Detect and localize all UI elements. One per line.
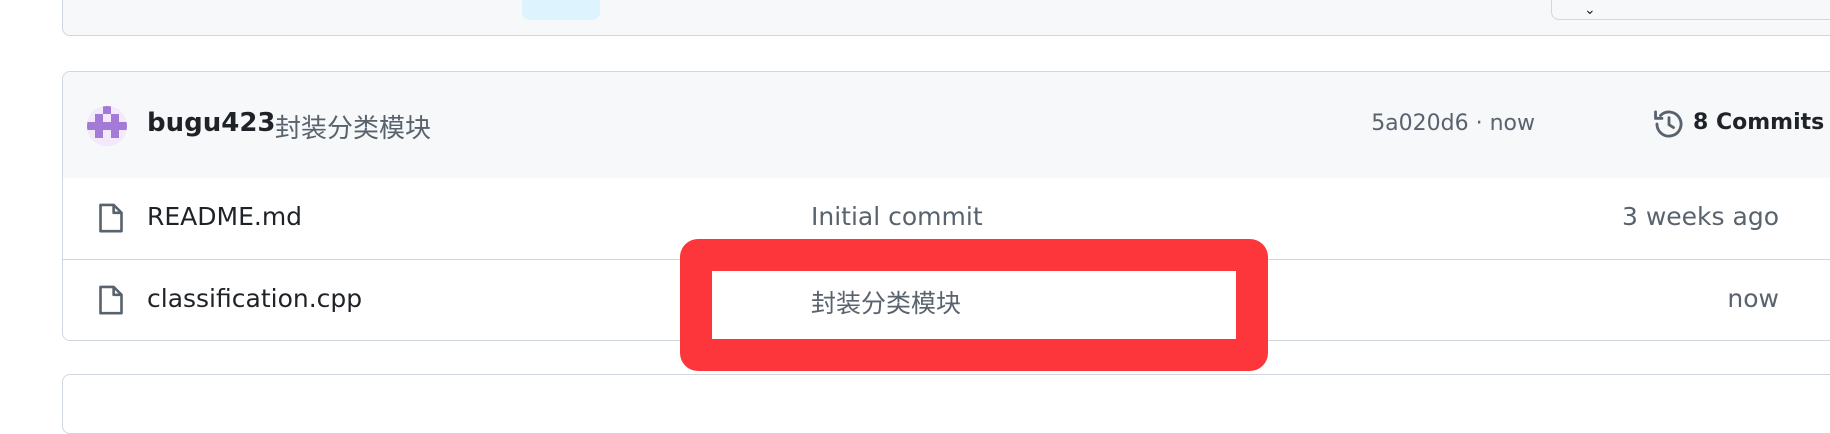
readme-card [62,374,1830,434]
branch-selector-pill[interactable] [522,0,600,20]
file-commit-age: now [1727,284,1779,313]
latest-commit-bar: bugu423 封装分类模块 5a020d6 · now 8 Commits [63,72,1830,179]
file-row[interactable]: classification.cpp 封装分类模块 now [63,260,1830,340]
file-name-link[interactable]: classification.cpp [147,284,362,313]
file-commit-age: 3 weeks ago [1622,202,1779,231]
file-list: bugu423 封装分类模块 5a020d6 · now 8 Commits R… [62,71,1830,341]
latest-commit-message[interactable]: 封装分类模块 [275,108,431,145]
file-commit-message[interactable]: 封装分类模块 [811,284,961,320]
commit-hash-time[interactable]: 5a020d6 · now [1371,111,1535,136]
history-icon[interactable] [1652,107,1686,141]
file-commit-message[interactable]: Initial commit [811,202,983,231]
commit-author-link[interactable]: bugu423 [147,108,276,138]
file-name-link[interactable]: README.md [147,202,302,231]
avatar[interactable] [87,106,127,146]
file-icon [99,285,123,315]
identicon-icon [87,106,127,146]
file-icon [99,203,123,233]
file-row[interactable]: README.md Initial commit 3 weeks ago [63,178,1830,260]
commits-count-link[interactable]: 8 Commits [1693,110,1824,135]
chevron-icon: ⌄ [1584,2,1596,18]
